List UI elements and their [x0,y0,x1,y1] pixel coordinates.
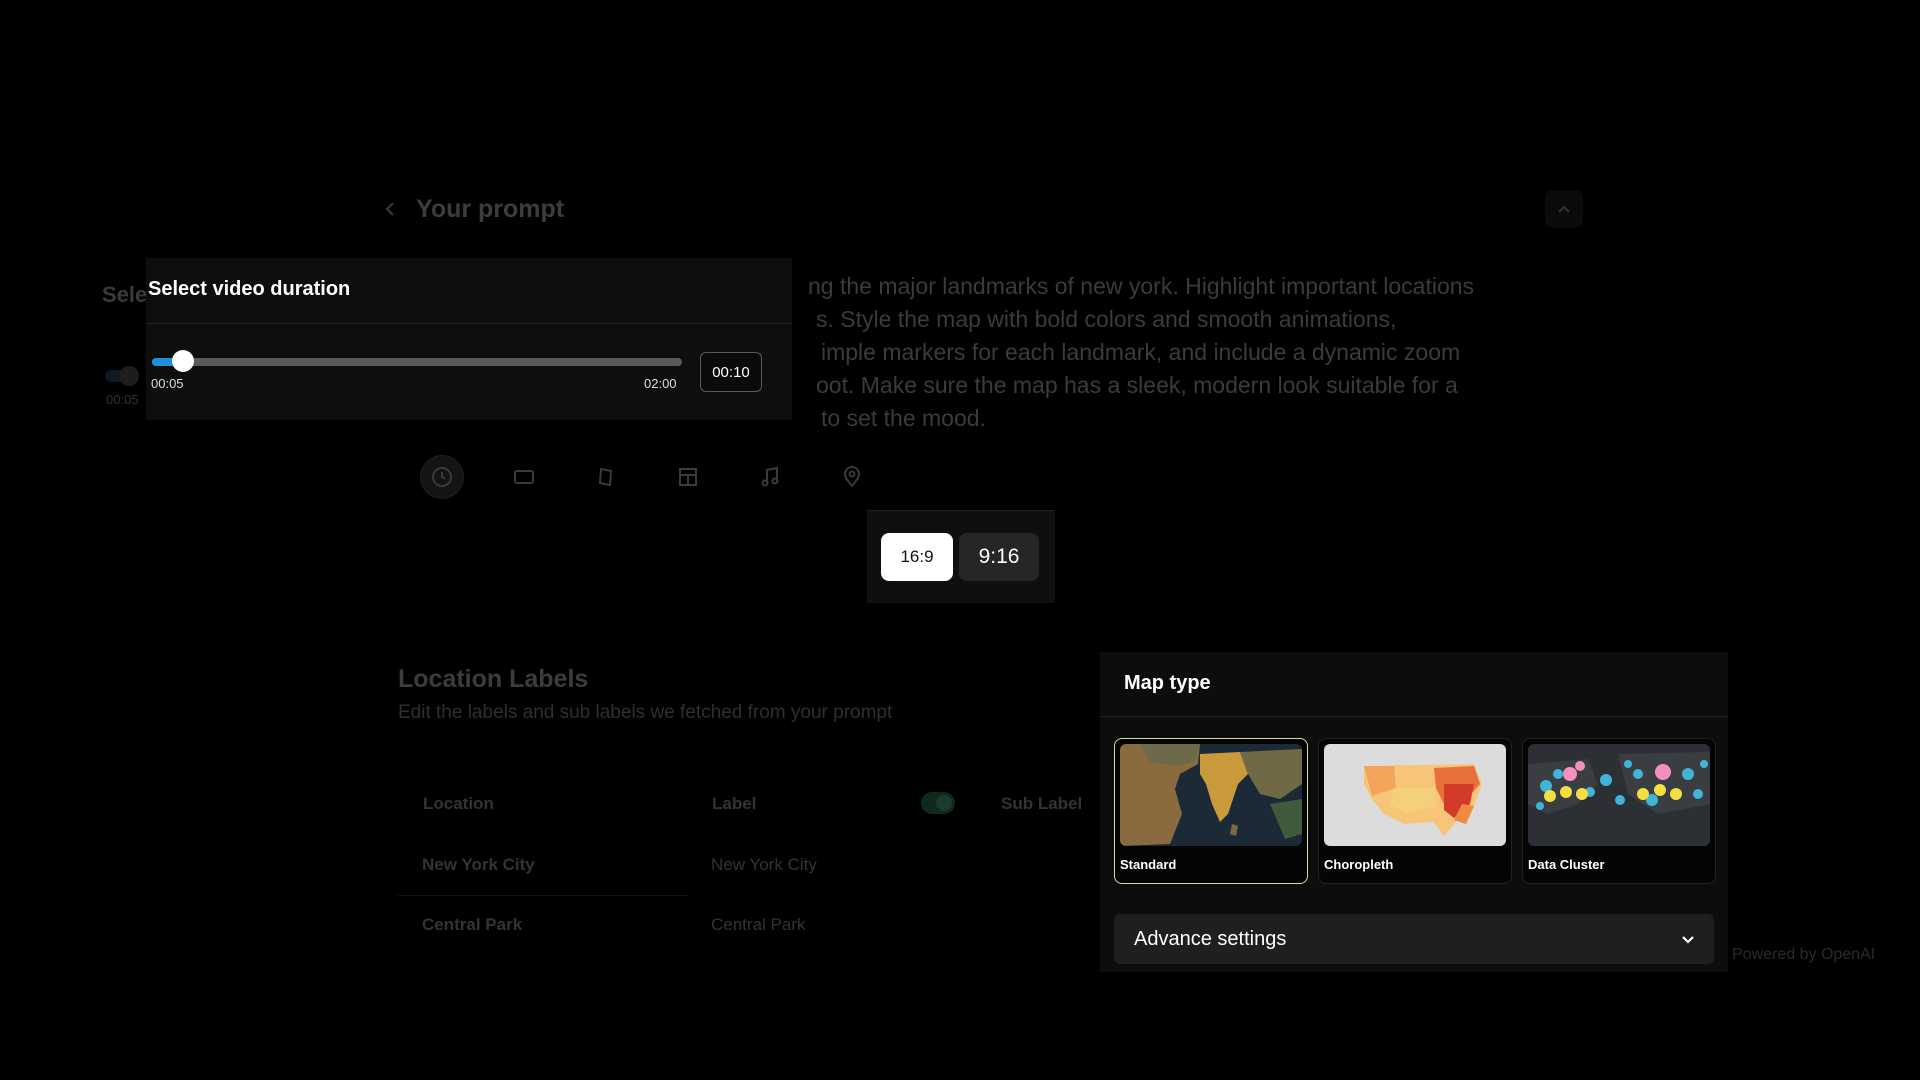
prompt-header: Your prompt [382,192,564,226]
background-select-label: Sele [102,282,148,307]
duration-slider-track[interactable] [152,358,682,366]
location-tool-button[interactable] [830,455,874,499]
divider [146,323,792,324]
map-option-label: Choropleth [1324,857,1394,872]
table-row-location: New York City [422,855,535,874]
advance-settings-toggle[interactable]: Advance settings [1114,914,1714,964]
prompt-line: s. Style the map with bold colors and sm… [816,306,1397,332]
chevron-up-icon [1558,205,1570,213]
layout-tool-button[interactable] [666,455,710,499]
chevron-down-icon [1682,936,1694,944]
table-row-label-input[interactable]: Central Park [711,915,805,935]
map-type-title: Map type [1124,672,1211,694]
prompt-line: oot. Make sure the map has a sleek, mode… [816,372,1458,398]
map-style-tool-button[interactable] [584,455,628,499]
prompt-line: to set the mood. [821,405,986,431]
background-time-label: 00:05 [106,392,139,407]
map-option-standard[interactable]: Standard [1114,738,1308,884]
location-pin-icon [843,466,861,488]
data-cluster-map-thumbnail [1528,744,1710,846]
clock-icon [432,467,452,487]
prompt-line: ng the major landmarks of new york. High… [808,273,1475,299]
aspect-ratio-icon [514,470,534,484]
music-icon [761,466,779,487]
collapse-button[interactable] [1545,190,1583,228]
aspect-16-9-button[interactable]: 16:9 [881,533,953,581]
location-labels-title: Location Labels [398,665,589,693]
back-chevron-icon[interactable] [382,201,398,217]
map-type-panel: Map type Standard Choropleth Data Cluste… [1100,652,1728,972]
map-style-icon [598,467,613,487]
column-header-label: Label [712,794,757,813]
column-header-location: Location [423,794,494,813]
aspect-9-16-button[interactable]: 9:16 [959,533,1039,581]
table-row-location: Central Park [422,915,523,934]
powered-by-footer: Powered by OpenAI [1732,946,1876,963]
prompt-line: imple markers for each landmark, and inc… [821,339,1461,365]
column-header-sub-label: Sub Label [1001,794,1083,813]
map-option-choropleth[interactable]: Choropleth [1318,738,1512,884]
row-divider [398,895,688,896]
prompt-text: ng the major landmarks of new york. High… [808,270,1568,435]
location-labels-subtitle: Edit the labels and sub labels we fetche… [398,702,893,723]
background-slider-thumb [119,366,139,386]
advance-settings-label: Advance settings [1134,927,1287,950]
duration-slider-thumb[interactable] [172,350,195,372]
divider [1100,716,1728,717]
prompt-title: Your prompt [416,194,565,223]
map-option-data-cluster[interactable]: Data Cluster [1522,738,1716,884]
duration-value-field[interactable]: 00:10 [700,352,762,392]
map-option-label: Data Cluster [1528,857,1605,872]
duration-tool-button[interactable] [420,455,464,499]
layout-icon [679,468,697,486]
table-row-label-input[interactable]: New York City [711,855,817,875]
music-tool-button[interactable] [748,455,792,499]
sub-label-toggle[interactable] [921,792,955,814]
aspect-tool-button[interactable] [502,455,546,499]
prompt-toolbar [420,455,874,499]
choropleth-map-thumbnail [1324,744,1506,846]
duration-min-label: 00:05 [151,376,184,391]
map-option-label: Standard [1120,857,1177,872]
aspect-ratio-popup: 16:9 9:16 [867,510,1055,603]
duration-max-label: 02:00 [644,376,677,391]
standard-map-thumbnail [1120,744,1302,846]
duration-title: Select video duration [148,278,351,300]
duration-popup: Select video duration 00:05 02:00 00:10 [146,258,792,420]
